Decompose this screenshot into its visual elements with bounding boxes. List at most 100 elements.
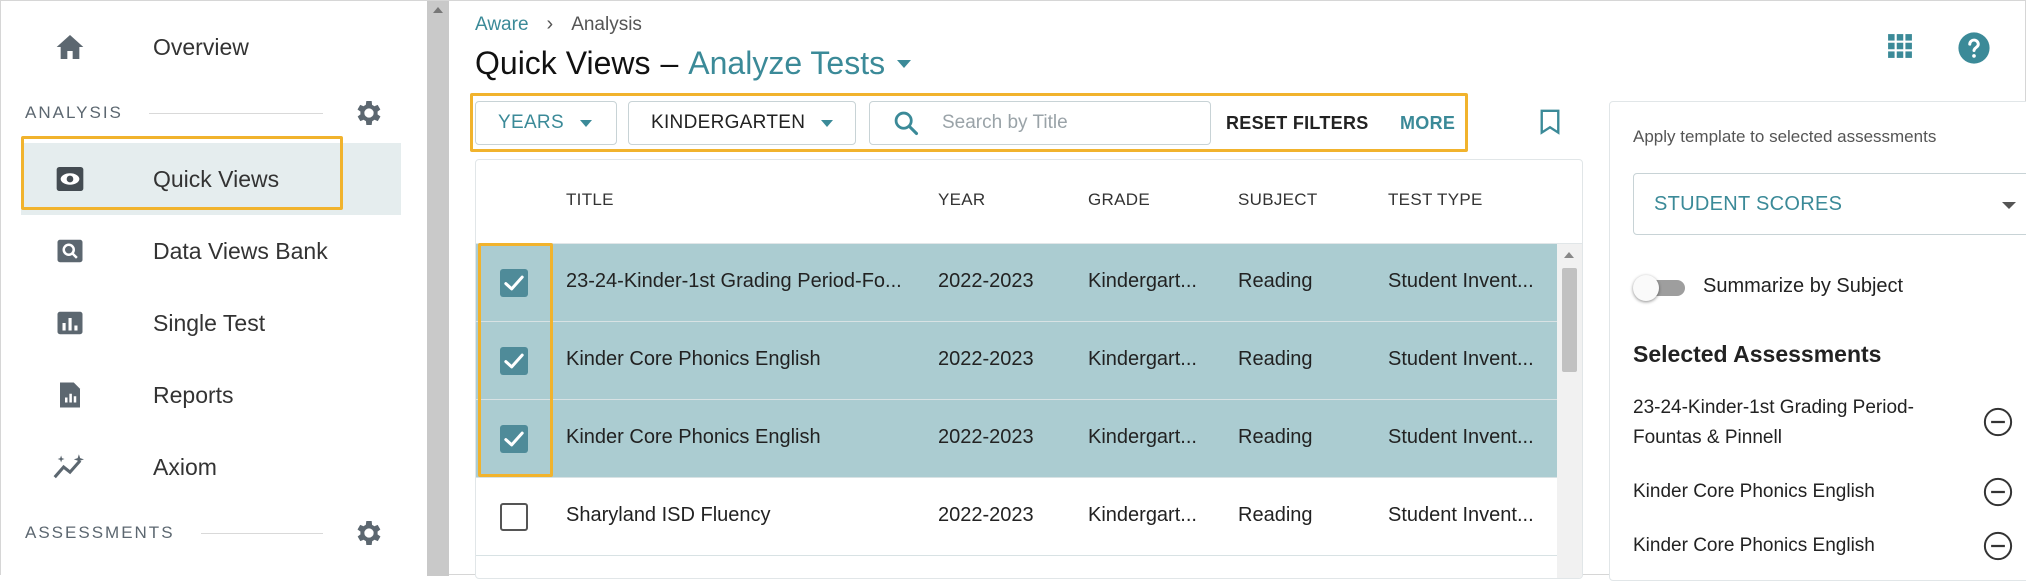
search-input[interactable] (940, 111, 1180, 135)
sidebar-item-label: Quick Views (153, 165, 280, 192)
remove-circle-icon[interactable] (1983, 477, 2013, 507)
gear-icon[interactable] (353, 97, 385, 129)
years-filter-label: YEARS (498, 112, 564, 133)
sidebar-item-reports[interactable]: Reports (21, 361, 401, 429)
cell-year: 2022-2023 (938, 348, 1034, 370)
cell-year: 2022-2023 (938, 426, 1034, 448)
gear-icon[interactable] (353, 517, 385, 549)
caret-down-icon (579, 119, 592, 127)
toggle-knob (1633, 275, 1659, 301)
section-assessments: ASSESSMENTS (25, 513, 385, 553)
search-box[interactable] (869, 101, 1211, 145)
search-doc-icon (47, 237, 93, 265)
sidebar-item-label: Single Test (153, 309, 266, 336)
selected-assessment-title: 23-24-Kinder-1st Grading Period- (1633, 397, 1914, 418)
table-row[interactable]: Sharyland ISD Fluency 2022-2023 Kinderga… (476, 478, 1559, 556)
section-analysis: ANALYSIS (25, 93, 385, 133)
selected-assessment-title-cont: Fountas & Pinnell (1633, 427, 1782, 448)
selected-assessment-item: Kinder Core Phonics English (1633, 531, 1973, 561)
report-icon (47, 380, 93, 410)
cell-grade: Kindergart... (1088, 504, 1197, 526)
chevron-right-icon: › (546, 13, 554, 35)
row-checkbox[interactable] (500, 425, 528, 453)
column-header-year[interactable]: YEAR (938, 190, 986, 210)
sidebar-item-overview[interactable]: Overview (21, 13, 401, 81)
sidebar-item-data-views-bank[interactable]: Data Views Bank (21, 217, 401, 285)
cell-test-type: Student Invent... (1388, 348, 1534, 370)
cell-subject: Reading (1238, 426, 1313, 448)
table-row[interactable]: Kinder Core Phonics English 2022-2023 Ki… (476, 322, 1559, 400)
table-row[interactable]: Kinder Core Phonics English 2022-2023 Ki… (476, 400, 1559, 478)
scroll-up-arrow-icon[interactable] (433, 7, 443, 13)
apps-grid-icon[interactable] (1887, 33, 1913, 59)
grade-filter-button[interactable]: KINDERGARTEN (628, 101, 856, 145)
caret-down-icon[interactable] (897, 59, 912, 68)
column-header-subject[interactable]: SUBJECT (1238, 190, 1318, 210)
selected-assessment-item: Kinder Core Phonics English (1633, 477, 1973, 507)
page-title: Quick Views – Analyze Tests (475, 45, 912, 82)
sidebar-item-label: Overview (153, 33, 249, 60)
bar-chart-icon (47, 309, 93, 337)
template-select[interactable]: STUDENT SCORES (1633, 173, 2026, 235)
section-label: ASSESSMENTS (25, 523, 175, 542)
sidebar-item-label: Data Views Bank (153, 237, 328, 264)
scrollbar-thumb[interactable] (1562, 268, 1577, 372)
cell-title: Sharyland ISD Fluency (566, 504, 771, 526)
more-button[interactable]: MORE (1400, 113, 1455, 134)
search-icon (892, 109, 920, 137)
column-header-title[interactable]: TITLE (566, 190, 614, 210)
title-separator: – (660, 45, 679, 81)
reset-filters-button[interactable]: RESET FILTERS (1226, 113, 1369, 134)
selected-assessment-title: Kinder Core Phonics English (1633, 481, 1875, 502)
cell-test-type: Student Invent... (1388, 504, 1534, 526)
breadcrumb: Aware › Analysis (475, 13, 642, 36)
cell-grade: Kindergart... (1088, 348, 1197, 370)
analyze-tests-dropdown[interactable]: Analyze Tests (688, 45, 885, 82)
sidebar-item-axiom[interactable]: Axiom (21, 433, 401, 501)
remove-circle-icon[interactable] (1983, 531, 2013, 561)
sidebar-item-single-test[interactable]: Single Test (21, 289, 401, 357)
table-row[interactable]: 23-24-Kinder-1st Grading Period-Fo... 20… (476, 244, 1559, 322)
cell-title: Kinder Core Phonics English (566, 426, 821, 448)
row-checkbox[interactable] (500, 269, 528, 297)
sparkle-chart-icon (47, 453, 93, 481)
summarize-toggle[interactable] (1633, 275, 1687, 301)
column-header-grade[interactable]: GRADE (1088, 190, 1150, 210)
years-filter-button[interactable]: YEARS (475, 101, 617, 145)
cell-title: 23-24-Kinder-1st Grading Period-Fo... (566, 270, 902, 292)
grade-filter-label: KINDERGARTEN (651, 112, 806, 133)
cell-test-type: Student Invent... (1388, 270, 1534, 292)
cell-subject: Reading (1238, 504, 1313, 526)
home-icon (47, 32, 93, 62)
sidebar: Overview ANALYSIS Quick Views Data Views… (1, 1, 427, 576)
divider (148, 112, 323, 114)
sidebar-item-label: Axiom (153, 453, 217, 480)
table-scrollbar[interactable] (1557, 244, 1582, 578)
column-header-test-type[interactable]: TEST TYPE (1388, 190, 1483, 210)
cell-test-type: Student Invent... (1388, 426, 1534, 448)
remove-circle-icon[interactable] (1983, 407, 2013, 437)
selected-assessments-heading: Selected Assessments (1633, 341, 1882, 367)
template-select-value: STUDENT SCORES (1654, 192, 1843, 215)
sidebar-item-quick-views[interactable]: Quick Views (21, 145, 401, 213)
help-icon[interactable] (1957, 31, 1991, 65)
cell-subject: Reading (1238, 270, 1313, 292)
summarize-label: Summarize by Subject (1703, 275, 1904, 297)
row-checkbox[interactable] (500, 347, 528, 375)
divider (200, 532, 323, 534)
row-checkbox[interactable] (500, 503, 528, 531)
cell-year: 2022-2023 (938, 270, 1034, 292)
cell-year: 2022-2023 (938, 504, 1034, 526)
assessments-table: TITLE YEAR GRADE SUBJECT TEST TYPE 23-24… (475, 159, 1583, 579)
breadcrumb-current: Analysis (571, 13, 642, 35)
apply-template-label: Apply template to selected assessments (1633, 127, 1937, 146)
bookmark-icon[interactable] (1539, 109, 1561, 135)
cell-title: Kinder Core Phonics English (566, 348, 821, 370)
caret-down-icon (821, 119, 834, 127)
caret-down-icon (2002, 202, 2016, 209)
sidebar-scrollbar[interactable] (427, 1, 449, 576)
cell-grade: Kindergart... (1088, 270, 1197, 292)
selected-assessment-item: 23-24-Kinder-1st Grading Period- Fountas… (1633, 393, 1973, 453)
breadcrumb-link-aware[interactable]: Aware (475, 14, 529, 36)
scroll-up-arrow-icon[interactable] (1564, 252, 1574, 258)
